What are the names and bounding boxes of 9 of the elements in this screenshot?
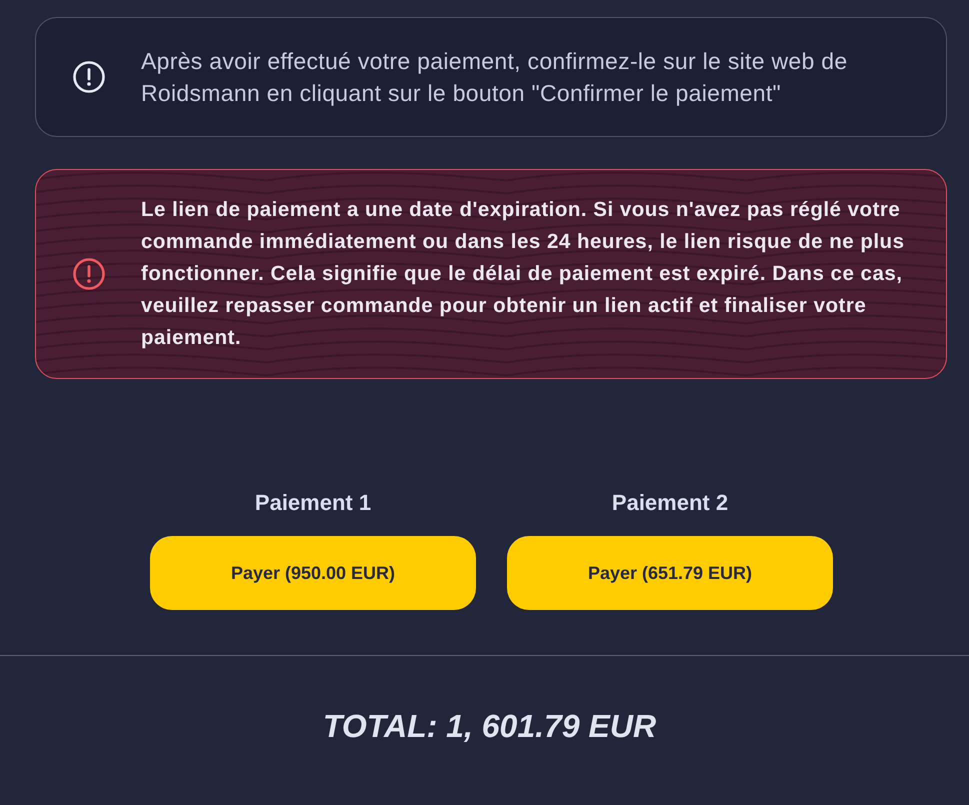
exclamation-circle-icon	[72, 60, 106, 94]
exclamation-circle-icon	[72, 257, 106, 291]
notice-text: Après avoir effectué votre paiement, confirmez-le sur le site web de Roidsmann en cliquant sur le bouton "Confirmer le paiement"	[141, 47, 848, 108]
payment-label: Paiement 1	[254, 490, 372, 516]
total-amount: TOTAL: 1, 601.79 EUR	[322, 707, 656, 745]
payment-label: Paiement 2	[612, 490, 728, 516]
notice-text: Le lien de paiement a une date d'expiration. Si vous n'avez pas réglé votre commande immédiatement ou dans les 24 heures, le lien risque de ne plus fonctionner. Cela signifie que le délai de paiement est expiré. Dans ce cas, veuillez repasser commande pour obtenir un lien actif et finaliser votre paiement.	[141, 197, 906, 351]
pay-button[interactable]: Payer (651.79 EUR)	[507, 536, 833, 610]
pay-button[interactable]: Payer (950.00 EUR)	[150, 536, 476, 610]
